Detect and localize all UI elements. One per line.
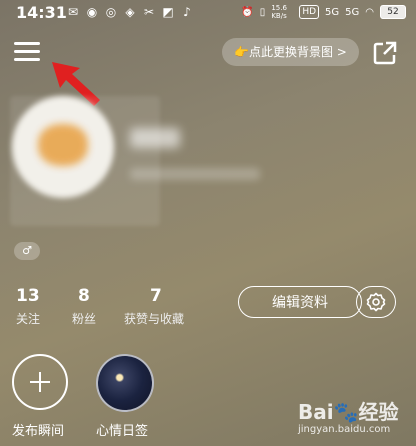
stat-following[interactable]: 13 关注 xyxy=(16,286,40,327)
notification-icons: ✉ ◉ ◎ ◈ ✂ ◩ ♪ xyxy=(66,5,194,19)
mood-sign-button[interactable] xyxy=(96,354,154,412)
gear-icon xyxy=(366,292,386,312)
signal-2: 5G xyxy=(345,6,360,18)
stat-number: 13 xyxy=(16,286,40,306)
capcut-icon: ✂ xyxy=(143,5,155,19)
username-blurred xyxy=(130,128,180,148)
avatar-image xyxy=(38,124,88,166)
stat-label: 关注 xyxy=(16,312,41,326)
signal-1: 5G xyxy=(325,6,340,18)
edit-profile-button[interactable]: 编辑资料 xyxy=(238,286,362,318)
stat-label: 粉丝 xyxy=(72,312,97,326)
menu-icon[interactable] xyxy=(14,40,40,64)
stat-number: 8 xyxy=(78,286,90,306)
hd-badge: HD xyxy=(299,5,320,19)
stat-likes[interactable]: 7 获赞与收藏 xyxy=(124,286,184,327)
baidu-watermark: Bai🐾经验 xyxy=(298,400,399,424)
status-right: ⏰ ▯ 15.6 KB/s HD 5G 5G ◠ 52 xyxy=(241,4,406,20)
stat-label: 获赞与收藏 xyxy=(124,312,185,326)
mood-sign-label: 心情日签 xyxy=(96,424,149,439)
wifi-icon: ◠ xyxy=(365,6,374,18)
status-time: 14:31 xyxy=(16,3,67,22)
post-moment-label: 发布瞬间 xyxy=(12,424,65,439)
tiktok-icon: ♪ xyxy=(183,5,191,19)
weibo-icon: ◈ xyxy=(125,5,135,19)
mail-icon: ✉ xyxy=(67,5,79,19)
change-background-button[interactable]: 👉点此更换背景图 > xyxy=(222,38,359,66)
stat-number: 7 xyxy=(150,286,162,306)
net-speed: 15.6 KB/s xyxy=(271,4,287,20)
vibrate-icon: ▯ xyxy=(259,6,266,18)
feishu-icon: ◩ xyxy=(162,5,174,19)
user-id-blurred xyxy=(130,168,260,180)
stat-followers[interactable]: 8 粉丝 xyxy=(72,286,96,327)
settings-button[interactable] xyxy=(356,286,396,318)
chat-icon: ◎ xyxy=(105,5,117,19)
alarm-icon: ⏰ xyxy=(241,6,254,18)
baidu-watermark-url: jingyan.baidu.com xyxy=(298,424,391,435)
battery-icon: 52 xyxy=(380,5,406,19)
gender-badge: ♂ xyxy=(14,242,40,260)
share-icon[interactable] xyxy=(372,40,398,66)
post-moment-button[interactable] xyxy=(12,354,68,410)
message-icon: ◉ xyxy=(86,5,98,19)
